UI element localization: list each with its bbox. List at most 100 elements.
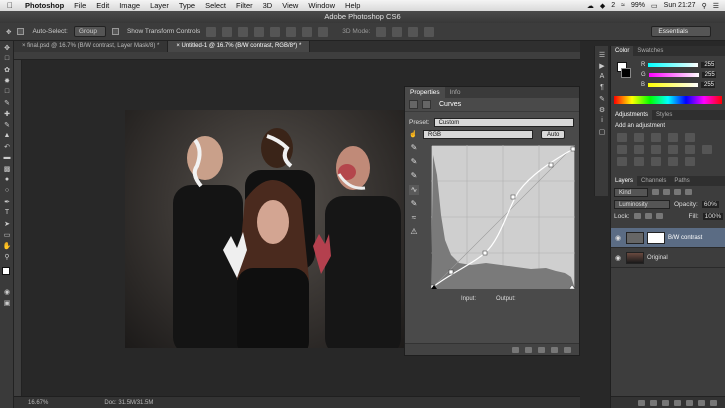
distribute-icon[interactable]: [302, 26, 313, 37]
drag-3d-icon[interactable]: [408, 26, 419, 37]
move-tool-icon[interactable]: ✥: [2, 43, 12, 52]
layer-row[interactable]: ◉ Original: [611, 248, 725, 268]
vibrance-icon[interactable]: [685, 133, 695, 142]
crop-tool-icon[interactable]: □: [2, 87, 12, 96]
invert-icon[interactable]: [617, 157, 627, 166]
menu-type[interactable]: Type: [174, 1, 200, 10]
smooth-curve-icon[interactable]: ≈: [409, 213, 419, 223]
menu-filter[interactable]: Filter: [231, 1, 258, 10]
brushes-icon[interactable]: ✎: [597, 94, 607, 103]
move-tool-icon[interactable]: ✥: [6, 28, 11, 36]
auto-select-dropdown[interactable]: Group: [73, 26, 106, 37]
tab-final-psd[interactable]: × final.psd @ 16.7% (B/W contrast, Layer…: [14, 41, 169, 52]
channel-mixer-icon[interactable]: [685, 145, 695, 154]
tab-channels[interactable]: Channels: [637, 176, 670, 186]
selective-color-icon[interactable]: [685, 157, 695, 166]
character-icon[interactable]: A: [597, 72, 607, 81]
eye-icon[interactable]: ◉: [613, 234, 623, 242]
list-icon[interactable]: ☰: [713, 2, 719, 10]
menu-layer[interactable]: Layer: [145, 1, 174, 10]
curves-icon[interactable]: [651, 133, 661, 142]
photo-filter-icon[interactable]: [668, 145, 678, 154]
white-point-eyedropper-icon[interactable]: ✎: [409, 171, 419, 181]
channel-dropdown[interactable]: RGB: [423, 129, 533, 139]
menu-view[interactable]: View: [277, 1, 303, 10]
menu-app-photoshop[interactable]: Photoshop: [20, 1, 69, 10]
black-white-icon[interactable]: [651, 145, 661, 154]
tab-properties[interactable]: Properties: [405, 87, 445, 98]
roll-3d-icon[interactable]: [392, 26, 403, 37]
navigator-icon[interactable]: ▢: [597, 127, 607, 136]
distribute-h-icon[interactable]: [318, 26, 329, 37]
path-select-tool-icon[interactable]: ➤: [2, 219, 12, 228]
notification-badge[interactable]: 2: [611, 2, 615, 9]
add-mask-icon[interactable]: [662, 399, 669, 406]
menu-edit[interactable]: Edit: [91, 1, 114, 10]
align-left-icon[interactable]: [254, 26, 265, 37]
info-icon[interactable]: i: [597, 116, 607, 125]
blue-value[interactable]: 255: [701, 82, 716, 88]
type-filter-icon[interactable]: [674, 189, 681, 195]
curve-points-icon[interactable]: ∿: [409, 185, 419, 195]
green-value[interactable]: 255: [701, 72, 716, 78]
green-slider[interactable]: [648, 73, 699, 77]
hand-tool-icon[interactable]: ✋: [2, 241, 12, 250]
gradient-map-icon[interactable]: [668, 157, 678, 166]
new-layer-icon[interactable]: [698, 399, 705, 406]
menu-image[interactable]: Image: [114, 1, 145, 10]
tab-color[interactable]: Color: [611, 46, 634, 56]
hand-adjust-icon[interactable]: ☝: [409, 130, 419, 138]
slide-3d-icon[interactable]: [424, 26, 435, 37]
apple-icon[interactable]: : [0, 1, 20, 10]
lock-all-icon[interactable]: [655, 213, 663, 219]
dropbox-icon[interactable]: ◆: [600, 2, 605, 10]
tab-info[interactable]: Info: [445, 87, 466, 98]
wifi-icon[interactable]: ≈: [621, 2, 625, 9]
auto-button[interactable]: Auto: [541, 129, 566, 139]
marquee-tool-icon[interactable]: □: [2, 54, 12, 63]
shape-filter-icon[interactable]: [685, 189, 692, 195]
pixel-filter-icon[interactable]: [652, 189, 659, 195]
gray-point-eyedropper-icon[interactable]: ✎: [409, 157, 419, 167]
tab-paths[interactable]: Paths: [670, 176, 693, 186]
battery-icon[interactable]: ▭: [651, 2, 658, 10]
type-tool-icon[interactable]: T: [2, 208, 12, 217]
blend-mode-dropdown[interactable]: Luminosity: [614, 199, 670, 209]
brightness-icon[interactable]: [617, 133, 627, 142]
background-color-swatch[interactable]: [621, 68, 631, 78]
exposure-icon[interactable]: [668, 133, 678, 142]
delete-icon[interactable]: [564, 346, 571, 353]
menu-3d[interactable]: 3D: [258, 1, 278, 10]
eye-icon[interactable]: ◉: [613, 254, 623, 262]
doc-size[interactable]: Doc: 31.5M/31.5M: [104, 400, 153, 406]
tab-untitled-1[interactable]: × Untitled-1 @ 16.7% (B/W contrast, RGB/…: [168, 41, 311, 52]
tab-layers[interactable]: Layers: [611, 176, 638, 186]
menu-file[interactable]: File: [69, 1, 91, 10]
hue-saturation-icon[interactable]: [617, 145, 627, 154]
brush-tool-icon[interactable]: ✎: [2, 120, 12, 129]
dodge-tool-icon[interactable]: ○: [2, 186, 12, 195]
eyedropper-tool-icon[interactable]: ✎: [2, 98, 12, 107]
auto-select-checkbox[interactable]: [17, 28, 25, 35]
trash-icon[interactable]: [710, 399, 717, 406]
adjustment-filter-icon[interactable]: [663, 189, 670, 195]
blur-tool-icon[interactable]: ●: [2, 175, 12, 184]
lock-pixels-icon[interactable]: [633, 213, 641, 219]
layer-kind-filter[interactable]: Kind: [614, 187, 648, 197]
align-bottom-icon[interactable]: [238, 26, 249, 37]
menu-help[interactable]: Help: [340, 1, 365, 10]
menu-window[interactable]: Window: [303, 1, 340, 10]
align-middle-icon[interactable]: [222, 26, 233, 37]
color-swatches-icon[interactable]: [2, 267, 13, 281]
zoom-level[interactable]: 16.67%: [28, 400, 48, 406]
view-previous-icon[interactable]: [525, 346, 532, 353]
properties-icon[interactable]: ⚙: [597, 105, 607, 114]
red-value[interactable]: 255: [701, 62, 716, 68]
clip-to-layer-icon[interactable]: [512, 346, 519, 353]
workspace-switcher[interactable]: Essentials: [651, 26, 711, 37]
layer-style-icon[interactable]: [650, 399, 657, 406]
align-center-icon[interactable]: [270, 26, 281, 37]
shape-tool-icon[interactable]: ▭: [2, 230, 12, 239]
layer-mask-thumb[interactable]: [647, 231, 665, 244]
preset-dropdown[interactable]: Custom: [433, 117, 574, 127]
